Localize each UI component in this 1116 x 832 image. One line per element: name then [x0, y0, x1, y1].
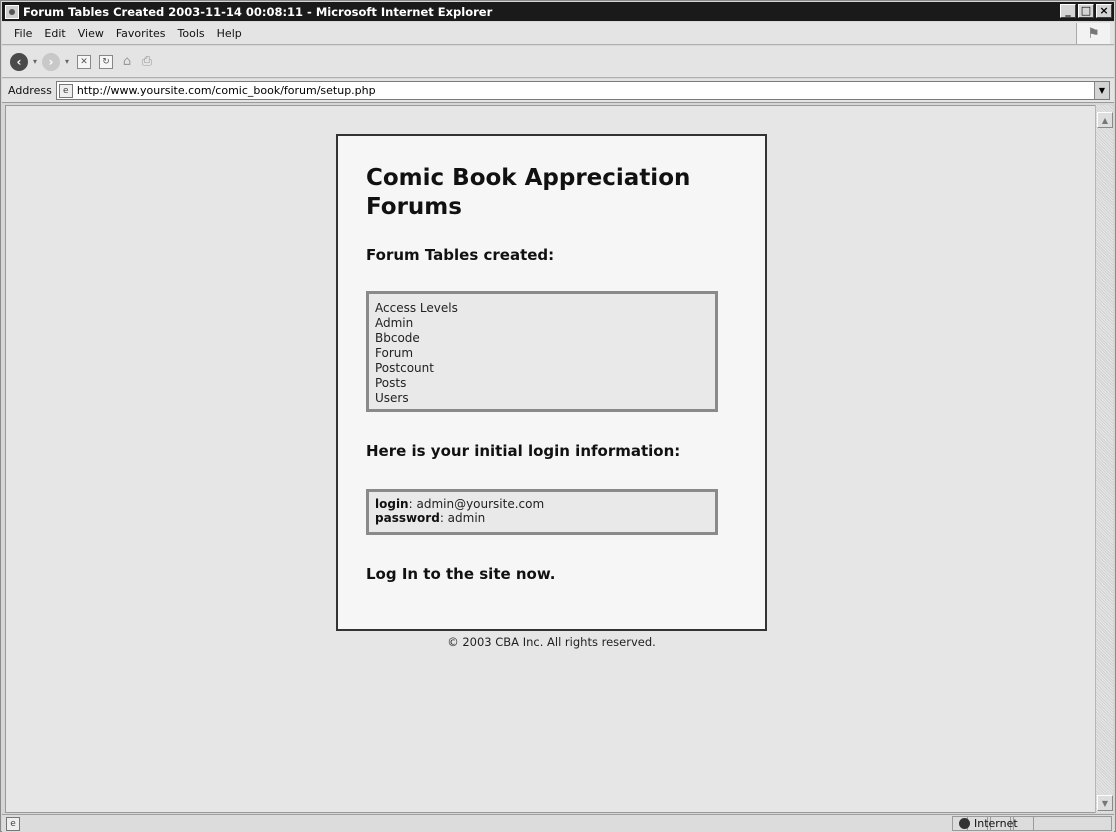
print-icon[interactable]: ⎙	[138, 54, 156, 69]
address-field[interactable]: e ▼	[55, 81, 1110, 100]
table-item: Admin	[375, 316, 414, 330]
toolbar: ‹ ▾ › ▾ ✕ ↻ ⌂ ⎙	[2, 46, 1114, 78]
menu-edit[interactable]: Edit	[38, 25, 71, 42]
page-icon: e	[58, 83, 73, 98]
close-button[interactable]: ×	[1096, 4, 1112, 18]
table-item: Forum	[375, 346, 414, 360]
forum-setup-card: Comic Book Appreciation Forums Forum Tab…	[336, 134, 767, 631]
back-dropdown-icon[interactable]: ▾	[30, 57, 40, 66]
tables-list: Access Levels Admin Bbcode Forum Postcou…	[366, 291, 718, 412]
login-link[interactable]: Log In to the site now.	[366, 565, 765, 583]
security-zone: Internet	[952, 816, 1112, 831]
table-item: Postcount	[375, 361, 434, 375]
browser-window: Forum Tables Created 2003-11-14 00:08:11…	[0, 0, 1116, 832]
address-bar: Address e ▼	[2, 79, 1114, 103]
page-status-icon: e	[6, 816, 20, 831]
globe-icon	[959, 818, 970, 829]
table-item: Access Levels	[375, 301, 458, 315]
status-bar: e Internet	[2, 814, 1114, 832]
address-input[interactable]	[76, 82, 1094, 99]
password-row: password: admin	[375, 511, 709, 525]
login-heading: Here is your initial login information:	[366, 442, 681, 460]
table-item: Bbcode	[375, 331, 420, 345]
maximize-button[interactable]: □	[1078, 4, 1094, 18]
login-row: login: admin@yoursite.com	[375, 497, 709, 511]
ie-page-icon	[5, 4, 19, 19]
login-info-box: login: admin@yoursite.com password: admi…	[366, 489, 718, 535]
menu-bar: File Edit View Favorites Tools Help ⚑	[2, 22, 1114, 45]
login-value: : admin@yoursite.com	[408, 497, 545, 511]
menu-view[interactable]: View	[72, 25, 110, 42]
refresh-icon[interactable]: ↻	[99, 54, 113, 69]
zone-label: Internet	[974, 817, 1018, 830]
stop-icon[interactable]: ✕	[77, 54, 91, 69]
home-icon[interactable]: ⌂	[118, 54, 136, 69]
window-controls: _ □ ×	[1060, 4, 1112, 18]
table-item: Posts	[375, 376, 407, 390]
vertical-scrollbar[interactable]: ▲ ▼	[1095, 105, 1113, 813]
password-value: : admin	[439, 511, 486, 525]
page-title: Comic Book Appreciation Forums	[366, 165, 691, 220]
forward-arrow-icon[interactable]: ›	[42, 52, 60, 71]
windows-logo-icon: ⚑	[1076, 23, 1110, 44]
scroll-down-icon[interactable]: ▼	[1097, 795, 1113, 811]
minimize-button[interactable]: _	[1060, 4, 1076, 18]
title-bar: Forum Tables Created 2003-11-14 00:08:11…	[2, 2, 1114, 21]
page-content: Comic Book Appreciation Forums Forum Tab…	[5, 105, 1095, 813]
menu-favorites[interactable]: Favorites	[110, 25, 172, 42]
table-item: Users	[375, 391, 409, 405]
menu-tools[interactable]: Tools	[172, 25, 211, 42]
menu-help[interactable]: Help	[211, 25, 248, 42]
back-arrow-icon[interactable]: ‹	[10, 52, 28, 71]
footer-copyright: © 2003 CBA Inc. All rights reserved.	[447, 635, 656, 649]
scroll-up-icon[interactable]: ▲	[1097, 112, 1113, 128]
tables-heading: Forum Tables created:	[366, 246, 555, 264]
password-label: password	[375, 511, 440, 525]
menu-file[interactable]: File	[8, 25, 38, 42]
address-dropdown-icon[interactable]: ▼	[1094, 82, 1109, 99]
login-label: login	[375, 497, 409, 511]
address-label: Address	[8, 84, 52, 97]
forward-dropdown-icon[interactable]: ▾	[62, 57, 72, 66]
window-title: Forum Tables Created 2003-11-14 00:08:11…	[23, 4, 493, 19]
